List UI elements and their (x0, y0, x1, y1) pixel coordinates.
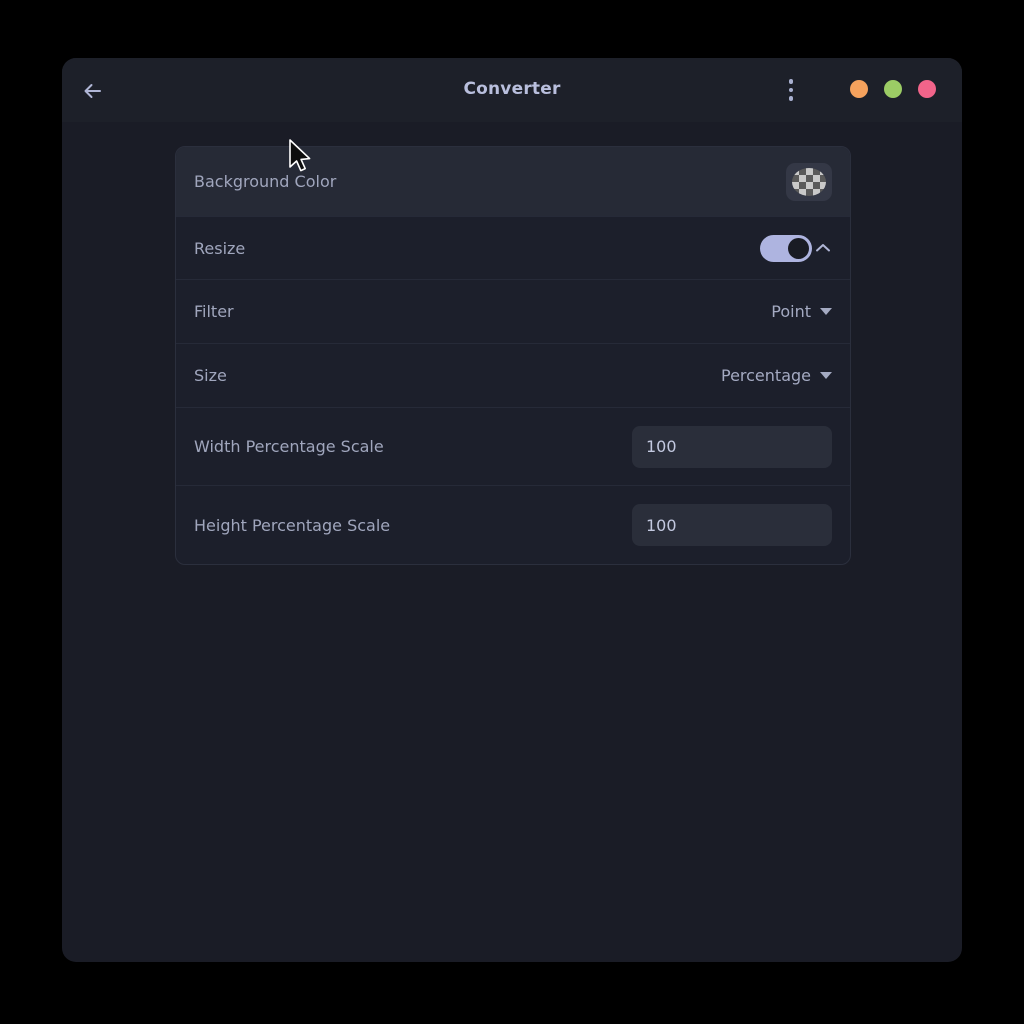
resize-expand-button[interactable] (814, 239, 832, 257)
filter-value: Point (771, 302, 811, 321)
row-height-percentage-scale: Height Percentage Scale (176, 486, 850, 564)
width-percentage-scale-input[interactable] (632, 425, 832, 468)
row-width-percentage-scale: Width Percentage Scale (176, 408, 850, 486)
kebab-menu-icon[interactable] (779, 77, 803, 103)
minimize-button[interactable] (850, 80, 868, 98)
row-size: Size Percentage (176, 344, 850, 408)
chevron-up-icon (816, 244, 830, 252)
window-controls (850, 80, 936, 98)
height-percentage-scale-label: Height Percentage Scale (194, 515, 391, 535)
kebab-dot (788, 79, 794, 84)
chevron-down-icon (820, 372, 832, 379)
row-filter: Filter Point (176, 280, 850, 344)
toggle-knob (788, 237, 809, 259)
resize-label: Resize (194, 238, 246, 258)
converter-window: Converter Background Color Resize Filter… (62, 58, 962, 962)
height-percentage-scale-input[interactable] (632, 504, 832, 546)
resize-toggle-group (760, 234, 832, 262)
close-button[interactable] (918, 80, 936, 98)
resize-toggle[interactable] (760, 234, 812, 262)
maximize-button[interactable] (884, 80, 902, 98)
size-label: Size (194, 366, 227, 385)
width-percentage-scale-label: Width Percentage Scale (194, 437, 384, 456)
checkerboard-transparency-icon (792, 167, 826, 196)
row-resize: Resize (176, 217, 850, 280)
size-value: Percentage (720, 366, 811, 385)
background-color-swatch-button[interactable] (786, 162, 832, 201)
filter-dropdown[interactable]: Point (771, 302, 832, 321)
size-dropdown[interactable]: Percentage (721, 366, 832, 385)
page-title: Converter (463, 79, 561, 99)
row-background-color: Background Color (176, 147, 850, 217)
background-color-label: Background Color (194, 172, 337, 191)
chevron-down-icon (820, 308, 832, 315)
titlebar: Converter (62, 58, 962, 122)
filter-label: Filter (194, 302, 234, 321)
kebab-dot (788, 87, 794, 93)
settings-card: Background Color Resize Filter Point Siz… (175, 146, 851, 565)
kebab-dot (788, 96, 794, 101)
